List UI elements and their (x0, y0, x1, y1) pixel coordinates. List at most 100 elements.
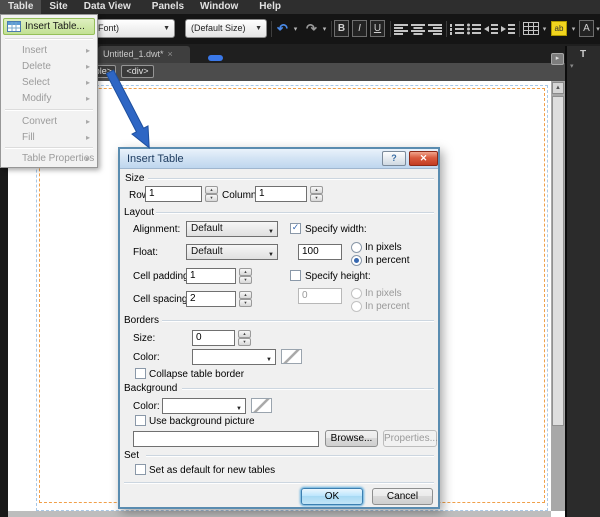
chevron-down-icon[interactable]: ▾ (570, 62, 574, 70)
menubar-item-panels[interactable]: Panels (144, 0, 192, 14)
align-right-button[interactable] (428, 19, 442, 38)
spin-up-icon[interactable]: ▲ (239, 268, 252, 276)
float-select[interactable]: Default ▼ (186, 244, 278, 260)
border-size-input[interactable]: 0 (192, 330, 235, 346)
rows-spinner[interactable]: ▲ ▼ (205, 186, 218, 202)
menubar-item-window[interactable]: Window (192, 0, 246, 14)
alignment-select[interactable]: Default ▼ (186, 221, 278, 237)
document-tab[interactable]: Untitled_1.dwt* × (98, 46, 190, 63)
undo-dropdown[interactable]: ▾ (291, 19, 300, 38)
close-button[interactable]: ✕ (409, 151, 438, 166)
outdent-button[interactable] (484, 19, 498, 38)
align-right-icon (428, 23, 442, 35)
menubar-item-site[interactable]: Site (41, 0, 75, 14)
menu-item-label: Select (22, 77, 50, 88)
font-size-select[interactable]: (Default Size) ▼ (185, 19, 267, 38)
spin-down-icon[interactable]: ▼ (310, 194, 323, 202)
spin-up-icon[interactable]: ▲ (310, 186, 323, 194)
menu-item-delete[interactable]: Delete ▸ (3, 59, 95, 74)
menubar-item-help[interactable]: Help (251, 0, 289, 14)
spin-up-icon[interactable]: ▲ (238, 330, 251, 338)
background-color-swatch[interactable] (251, 398, 272, 413)
table-dropdown[interactable]: ▾ (540, 19, 549, 38)
background-color-select[interactable]: ▼ (162, 398, 246, 414)
highlight-dropdown[interactable]: ▾ (569, 19, 578, 38)
collapse-border-checkbox[interactable] (135, 368, 146, 379)
menu-item-insert[interactable]: Insert ▸ (3, 43, 95, 58)
help-button[interactable]: ? (382, 151, 406, 166)
borders-group-label: Borders (124, 315, 160, 326)
properties-button: Properties... (383, 430, 438, 447)
italic-button[interactable]: I (352, 19, 367, 38)
columns-input[interactable]: 1 (255, 186, 307, 202)
scrollbar-thumb[interactable] (552, 96, 564, 426)
annotation-arrow (105, 69, 150, 149)
specify-height-checkbox[interactable] (290, 270, 301, 281)
vertical-scrollbar[interactable]: ▲ (551, 81, 565, 511)
align-left-button[interactable] (394, 19, 408, 38)
dialog-title-bar[interactable]: Insert Table ? ✕ (120, 149, 438, 169)
undo-button[interactable]: ↶ (274, 19, 291, 38)
app-window: { "glyphs": { "caret": "▾", "ddl_arrow":… (0, 0, 600, 517)
use-background-picture-checkbox[interactable] (135, 415, 146, 426)
tab-close-icon[interactable]: × (168, 49, 173, 59)
scroll-up-icon[interactable]: ▲ (552, 82, 564, 94)
cancel-button[interactable]: Cancel (372, 488, 433, 505)
cell-padding-spinner[interactable]: ▲ ▼ (239, 268, 252, 284)
height-in-pixels-radio (351, 288, 362, 299)
set-as-default-checkbox[interactable] (135, 464, 146, 475)
spin-up-icon[interactable]: ▲ (239, 291, 252, 299)
menu-item-select[interactable]: Select ▸ (3, 75, 95, 90)
submenu-arrow-icon: ▸ (85, 133, 90, 142)
numbered-list-button[interactable] (450, 19, 464, 38)
border-color-select[interactable]: ▼ (192, 349, 276, 365)
redo-dropdown[interactable]: ▾ (320, 19, 329, 38)
spin-down-icon[interactable]: ▼ (205, 194, 218, 202)
menubar-item-data-view[interactable]: Data View (76, 0, 139, 14)
border-size-spinner[interactable]: ▲ ▼ (238, 330, 251, 346)
width-in-pixels-radio[interactable] (351, 242, 362, 253)
specify-width-checkbox[interactable]: ✓ (290, 223, 301, 234)
background-picture-input[interactable] (133, 431, 319, 447)
menu-item-convert[interactable]: Convert ▸ (3, 114, 95, 129)
spin-down-icon[interactable]: ▼ (239, 276, 252, 284)
browse-button[interactable]: Browse... (325, 430, 378, 447)
font-color-button[interactable]: A (579, 19, 594, 38)
spin-up-icon[interactable]: ▲ (205, 186, 218, 194)
cell-spacing-input[interactable]: 2 (186, 291, 236, 307)
cell-spacing-spinner[interactable]: ▲ ▼ (239, 291, 252, 307)
bullet-list-icon (467, 23, 481, 34)
menubar-item-table[interactable]: Table (0, 0, 42, 14)
align-center-button[interactable] (411, 19, 425, 38)
menu-item-modify[interactable]: Modify ▸ (3, 91, 95, 106)
width-input[interactable]: 100 (298, 244, 342, 260)
menu-item-insert-table[interactable]: Insert Table... (3, 18, 95, 35)
menu-item-fill[interactable]: Fill ▸ (3, 130, 95, 145)
ok-button[interactable]: OK (301, 488, 363, 505)
rows-input[interactable]: 1 (145, 186, 202, 202)
menu-item-table-properties[interactable]: Table Properties ▸ (3, 151, 95, 166)
width-in-percent-radio[interactable] (351, 255, 362, 266)
cell-padding-input[interactable]: 1 (186, 268, 236, 284)
columns-spinner[interactable]: ▲ ▼ (310, 186, 323, 202)
font-color-dropdown[interactable]: ▾ (595, 19, 600, 38)
layout-group-label: Layout (124, 207, 155, 218)
insert-table-button[interactable] (523, 19, 539, 38)
redo-button[interactable]: ↷ (303, 19, 320, 38)
group-divider (182, 388, 434, 389)
spin-down-icon[interactable]: ▼ (238, 338, 251, 346)
toolbar-separator (519, 21, 520, 37)
dropdown-arrow-icon: ▼ (163, 25, 170, 32)
border-color-swatch[interactable] (281, 349, 302, 364)
bold-button[interactable]: B (334, 19, 349, 38)
highlight-color-button[interactable]: ab (551, 19, 567, 38)
indent-button[interactable] (501, 19, 515, 38)
panel-expand-button[interactable]: ▸ (551, 53, 564, 65)
float-value: Default (191, 246, 223, 257)
spin-down-icon[interactable]: ▼ (239, 299, 252, 307)
menu-item-label: Modify (22, 93, 52, 104)
bullet-list-button[interactable] (467, 19, 481, 38)
toolbar-separator (446, 21, 447, 37)
menu-bar: Table Site Data View Panels Window Help (0, 0, 600, 14)
underline-button[interactable]: U (370, 19, 385, 38)
